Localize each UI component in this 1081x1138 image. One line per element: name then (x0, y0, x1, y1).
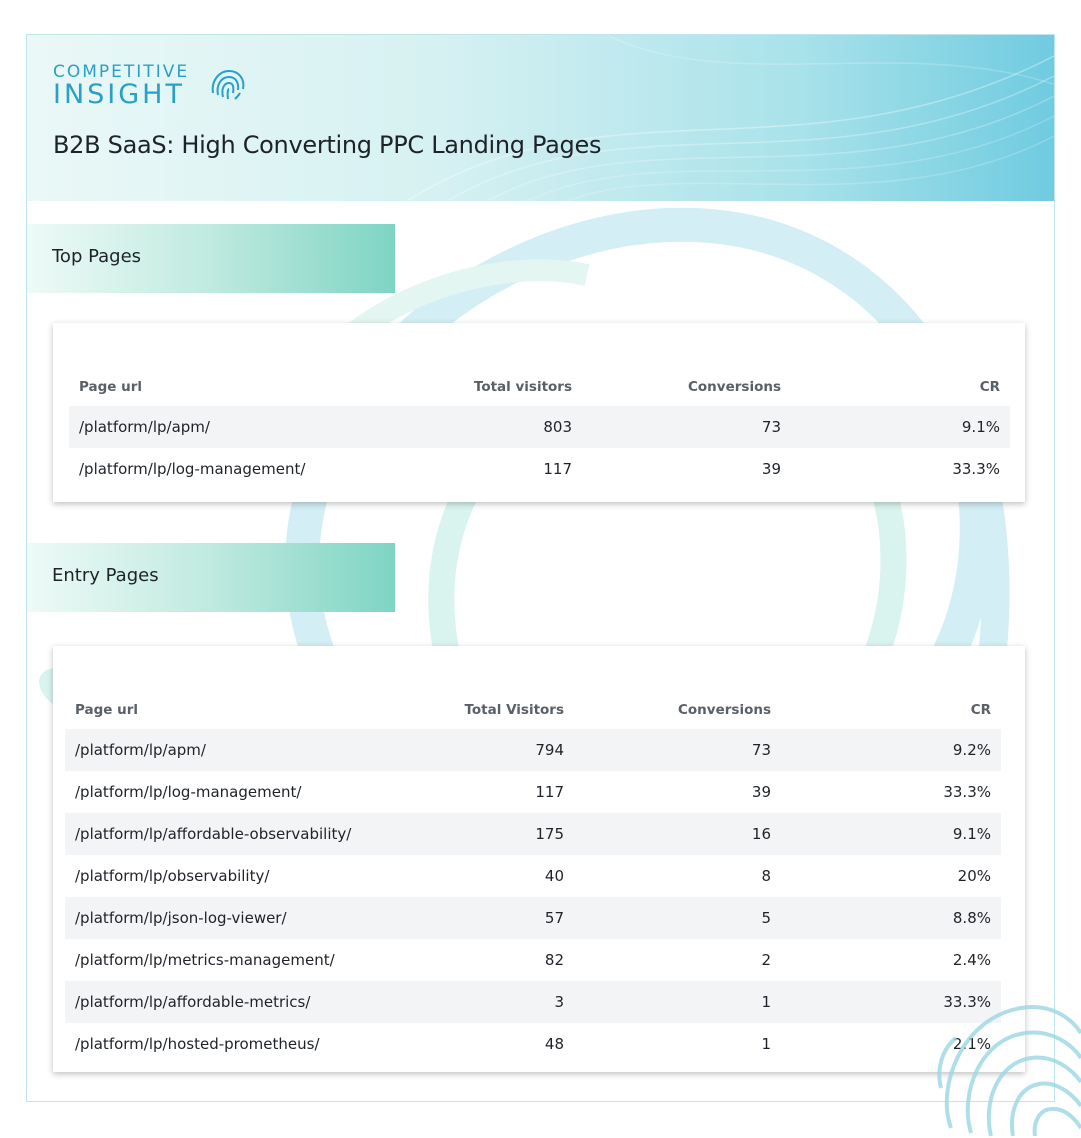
cell-conversions: 1 (761, 1035, 771, 1053)
cell-total-visitors: 803 (371, 406, 582, 448)
cell-cr: 8.8% (781, 897, 1001, 939)
cell-conversions: 39 (761, 460, 781, 478)
cell-page-url: /platform/lp/affordable-observability/ (65, 813, 367, 855)
cell-total-visitors: 40 (544, 867, 564, 885)
cell-conversions: 1 (574, 981, 781, 1023)
section-heading: Top Pages (52, 246, 142, 267)
cell-total-visitors: 82 (544, 951, 564, 969)
column-header-page-url[interactable]: Page url (69, 368, 371, 406)
section-banner-entry-pages: Entry Pages (27, 543, 395, 612)
table-header-row: Page url Total visitors Conversions CR (69, 368, 1010, 406)
table-row: /platform/lp/apm/ 803 73 9.1% (69, 406, 1010, 448)
cell-page-url: /platform/lp/observability/ (75, 867, 270, 885)
cell-total-visitors: 48 (544, 1035, 564, 1053)
cell-total-visitors: 117 (535, 783, 564, 801)
table-row: /platform/lp/metrics-management/ 82 2 2.… (65, 939, 1001, 981)
cell-cr: 2.4% (952, 951, 991, 969)
cell-conversions: 73 (574, 729, 781, 771)
cell-total-visitors: 117 (543, 460, 572, 478)
cell-conversions: 39 (751, 783, 771, 801)
entry-pages-table: Page url Total Visitors Conversions CR /… (65, 691, 1001, 1065)
cell-conversions: 8 (761, 867, 771, 885)
cell-cr: 9.1% (791, 406, 1010, 448)
fingerprint-decoration-icon (937, 1005, 1081, 1137)
column-header-cr[interactable]: CR (781, 691, 1001, 729)
table-row: /platform/lp/json-log-viewer/ 57 5 8.8% (65, 897, 1001, 939)
column-header-conversions[interactable]: Conversions (574, 691, 781, 729)
column-header-page-url[interactable]: Page url (65, 691, 367, 729)
table-row: /platform/lp/log-management/ 117 39 33.3… (69, 448, 1010, 490)
header-wave-decoration (407, 35, 1054, 201)
cell-total-visitors: 175 (367, 813, 574, 855)
cell-page-url: /platform/lp/hosted-prometheus/ (75, 1035, 320, 1053)
cell-page-url: /platform/lp/metrics-management/ (75, 951, 335, 969)
cell-conversions: 73 (582, 406, 791, 448)
cell-conversions: 16 (574, 813, 781, 855)
table-row: /platform/lp/apm/ 794 73 9.2% (65, 729, 1001, 771)
page-title: B2B SaaS: High Converting PPC Landing Pa… (53, 131, 602, 159)
cell-page-url: /platform/lp/log-management/ (79, 460, 306, 478)
cell-conversions: 5 (574, 897, 781, 939)
column-header-conversions[interactable]: Conversions (582, 368, 791, 406)
cell-page-url: /platform/lp/apm/ (69, 406, 371, 448)
section-banner-top-pages: Top Pages (27, 224, 395, 293)
table-header-row: Page url Total Visitors Conversions CR (65, 691, 1001, 729)
cell-page-url: /platform/lp/log-management/ (75, 783, 302, 801)
entry-pages-card: Page url Total Visitors Conversions CR /… (53, 646, 1025, 1072)
table-row: /platform/lp/hosted-prometheus/ 48 1 2.1… (65, 1023, 1001, 1065)
table-row: /platform/lp/observability/ 40 8 20% (65, 855, 1001, 897)
cell-cr: 9.1% (781, 813, 1001, 855)
cell-conversions: 2 (761, 951, 771, 969)
cell-page-url: /platform/lp/affordable-metrics/ (65, 981, 367, 1023)
cell-total-visitors: 3 (367, 981, 574, 1023)
cell-cr: 33.3% (943, 783, 991, 801)
cell-page-url: /platform/lp/apm/ (65, 729, 367, 771)
top-pages-card: Page url Total visitors Conversions CR /… (53, 323, 1025, 502)
cell-page-url: /platform/lp/json-log-viewer/ (65, 897, 367, 939)
company-logo: COMPETITIVE INSIGHT (53, 63, 245, 110)
top-pages-table: Page url Total visitors Conversions CR /… (69, 368, 1010, 490)
table-row: /platform/lp/affordable-metrics/ 3 1 33.… (65, 981, 1001, 1023)
column-header-total-visitors[interactable]: Total visitors (371, 368, 582, 406)
column-header-total-visitors[interactable]: Total Visitors (367, 691, 574, 729)
cell-total-visitors: 794 (367, 729, 574, 771)
report-frame: COMPETITIVE INSIGHT B2B SaaS: High Conve… (26, 34, 1055, 1102)
section-heading: Entry Pages (52, 565, 159, 586)
fingerprint-icon (211, 69, 245, 100)
report-header: COMPETITIVE INSIGHT B2B SaaS: High Conve… (27, 35, 1054, 201)
logo-text-bottom: INSIGHT (53, 79, 185, 110)
table-row: /platform/lp/log-management/ 117 39 33.3… (65, 771, 1001, 813)
cell-cr: 20% (957, 867, 991, 885)
cell-total-visitors: 57 (367, 897, 574, 939)
table-row: /platform/lp/affordable-observability/ 1… (65, 813, 1001, 855)
cell-cr: 33.3% (952, 460, 1000, 478)
cell-cr: 9.2% (781, 729, 1001, 771)
column-header-cr[interactable]: CR (791, 368, 1010, 406)
